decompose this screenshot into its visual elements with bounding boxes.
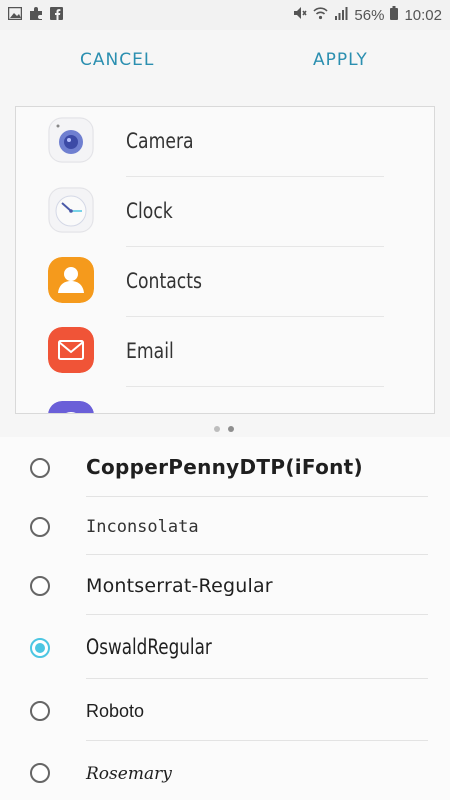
- gallery-icon: [7, 6, 23, 26]
- radio-button[interactable]: [30, 763, 50, 783]
- camera-icon: [48, 117, 94, 163]
- font-option-copperpenny[interactable]: CopperPennyDTP(iFont): [0, 437, 450, 497]
- internet-icon: [48, 401, 94, 413]
- radio-button[interactable]: [30, 576, 50, 596]
- preview-app-contacts: Contacts: [16, 247, 434, 317]
- battery-percent: 56%: [354, 6, 385, 24]
- wifi-icon: [313, 6, 328, 24]
- font-list: CopperPennyDTP(iFont) Inconsolata Montse…: [0, 437, 450, 800]
- font-name: Rosemary: [86, 764, 172, 784]
- font-name: OswaldRegular: [86, 635, 212, 659]
- puzzle-icon: [29, 7, 43, 26]
- radio-button[interactable]: [30, 517, 50, 537]
- app-label: Contacts: [126, 269, 202, 293]
- page-dot: [214, 426, 220, 432]
- contacts-icon: [48, 257, 94, 303]
- preview-app-clock: Clock: [16, 177, 434, 247]
- font-option-inconsolata[interactable]: Inconsolata: [0, 497, 450, 555]
- battery-icon: [390, 6, 399, 24]
- signal-icon: [334, 6, 348, 24]
- preview-app-email: Email: [16, 317, 434, 387]
- font-option-oswald[interactable]: OswaldRegular: [0, 615, 450, 679]
- preview-app-camera: Camera: [16, 107, 434, 177]
- font-preview-card[interactable]: Camera Clock Contacts Email: [15, 106, 435, 414]
- facebook-icon: [50, 7, 63, 26]
- email-icon: [48, 327, 94, 373]
- status-bar: 56% 10:02: [0, 0, 450, 30]
- radio-button[interactable]: [30, 701, 50, 721]
- font-name: Montserrat-Regular: [86, 575, 273, 597]
- page-indicator: [214, 426, 234, 432]
- radio-button-selected[interactable]: [30, 638, 50, 658]
- font-option-montserrat[interactable]: Montserrat-Regular: [0, 555, 450, 615]
- font-option-roboto[interactable]: Roboto: [0, 679, 450, 741]
- app-label: Email: [126, 339, 174, 363]
- radio-button[interactable]: [30, 458, 50, 478]
- apply-button[interactable]: APPLY: [313, 50, 368, 70]
- cancel-button[interactable]: CANCEL: [80, 50, 154, 70]
- mute-icon: [293, 6, 308, 24]
- app-label: Camera: [126, 129, 194, 153]
- clock-icon: [48, 187, 94, 233]
- page-dot: [228, 426, 234, 432]
- font-option-rosemary[interactable]: Rosemary: [0, 741, 450, 800]
- preview-app-partial: [16, 387, 434, 413]
- font-name: Inconsolata: [86, 517, 199, 537]
- status-time: 10:02: [404, 6, 442, 24]
- font-name: CopperPennyDTP(iFont): [86, 455, 363, 479]
- action-bar: CANCEL APPLY: [0, 30, 450, 90]
- font-name: Roboto: [86, 701, 145, 721]
- app-label: Clock: [126, 199, 173, 223]
